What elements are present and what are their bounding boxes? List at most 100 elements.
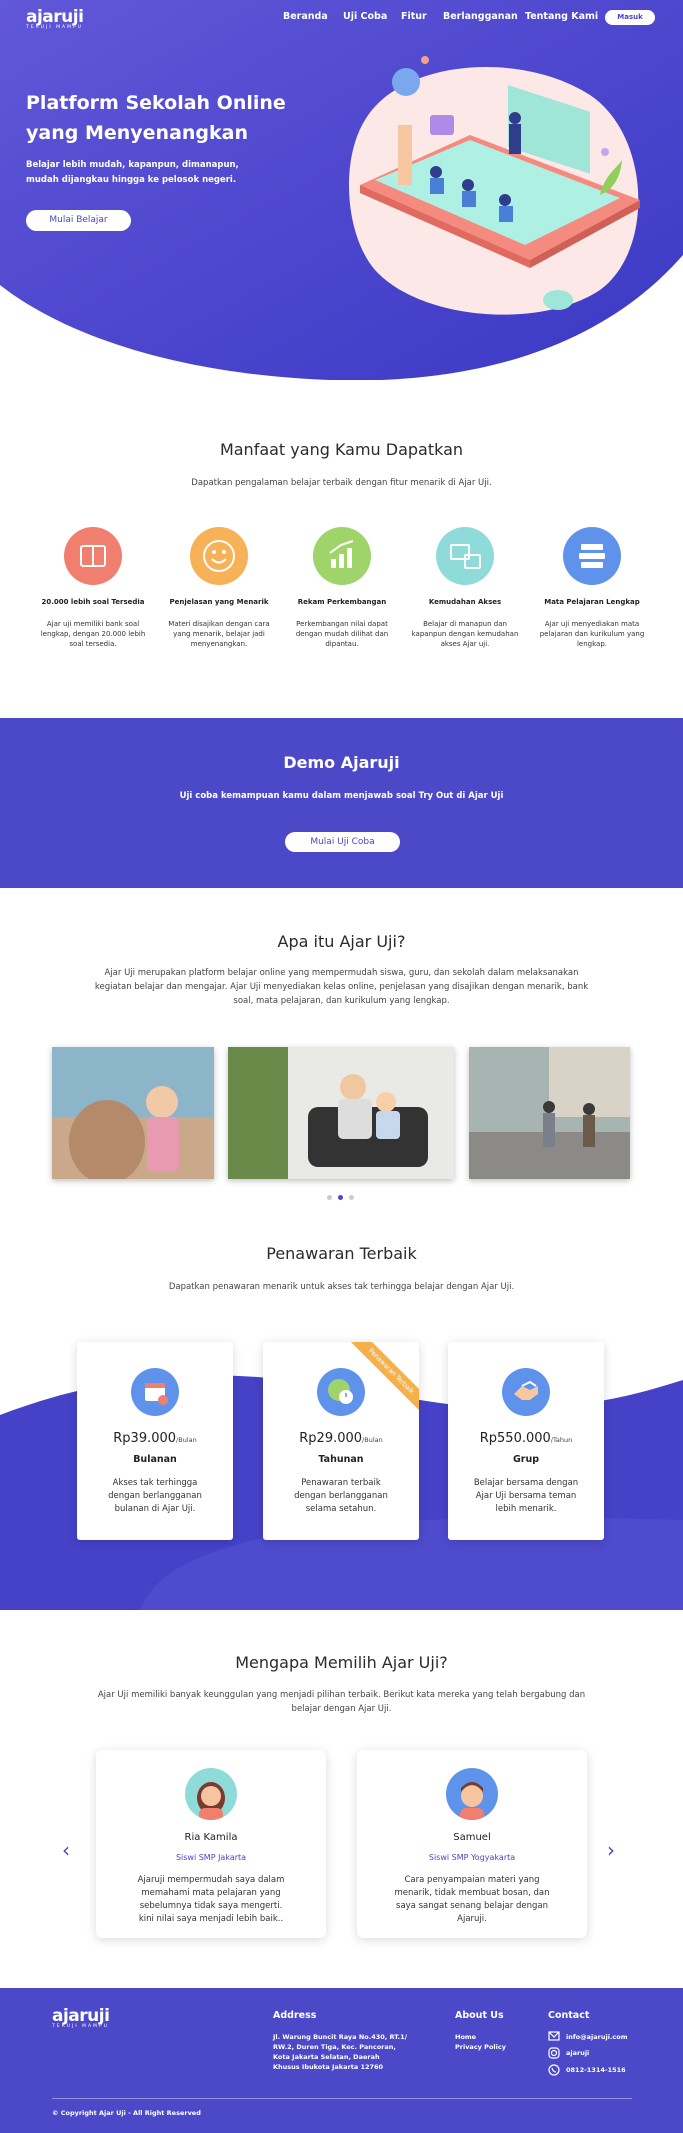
plan-name: Bulanan — [133, 1454, 177, 1465]
contact-email[interactable]: info@ajaruji.com — [566, 2032, 628, 2042]
testimonial-school: Siswi SMP Yogyakarta — [428, 1853, 516, 1862]
about-heading: About Us — [455, 2010, 504, 2021]
plan-period: /Bulan — [362, 1436, 383, 1444]
chevron-right-icon[interactable]: › — [607, 1838, 615, 1862]
testimonial-card: Ria Kamila Siswi SMP Jakarta Ajaruji mem… — [96, 1750, 326, 1938]
mail-icon — [548, 2031, 560, 2041]
plan-desc: Belajar bersama dengan Ajar Uji bersama … — [473, 1478, 579, 1514]
site-logo[interactable]: ajaruji TERUJI MAMPU — [26, 7, 84, 30]
address-heading: Address — [273, 2010, 317, 2021]
globe-clock-icon — [317, 1368, 365, 1416]
demo-section: Demo Ajaruji Uji coba kemampuan kamu dal… — [0, 718, 683, 888]
chart-icon — [313, 527, 371, 585]
logo-wordmark: ajaruji — [26, 7, 84, 27]
login-button[interactable]: Masuk — [605, 10, 655, 25]
hero-subtitle: Belajar lebih mudah, kapanpun, dimanapun… — [26, 160, 239, 185]
feature-desc: Ajar uji memiliki bank soal lengkap, den… — [40, 620, 146, 648]
chevron-left-icon[interactable]: ‹ — [62, 1838, 70, 1862]
instagram-icon — [548, 2047, 560, 2059]
pricing-card-featured[interactable]: Penawaran Terbaik Rp29.000/Bulan Tahunan… — [263, 1342, 419, 1540]
start-learning-button[interactable]: Mulai Belajar — [26, 210, 131, 231]
contact-instagram[interactable]: ajaruji — [566, 2048, 589, 2058]
feature-item: 20.000 lebih soal Tersedia Ajar uji memi… — [38, 527, 148, 649]
about-title: Apa itu Ajar Uji? — [277, 932, 406, 951]
copyright-text: © Copyright Ajar Uji - All Right Reserve… — [52, 2109, 201, 2117]
contact-phone[interactable]: 0812-1314-1516 — [566, 2065, 626, 2075]
plan-price: Rp39.000 — [113, 1431, 177, 1446]
nav-berlangganan[interactable]: Berlangganan — [443, 11, 518, 22]
contact-heading: Contact — [548, 2010, 590, 2021]
calendar-icon — [131, 1368, 179, 1416]
footer-logo[interactable]: ajaruji TERUJI MAMPU — [52, 2006, 110, 2029]
feature-title: 20.000 lebih soal Tersedia — [41, 598, 145, 606]
carousel-photo — [228, 1047, 454, 1179]
carousel-dot[interactable] — [349, 1195, 354, 1200]
devices-icon — [436, 527, 494, 585]
handshake-icon — [502, 1368, 550, 1416]
plan-name: Tahunan — [318, 1454, 364, 1465]
why-title: Mengapa Memilih Ajar Uji? — [235, 1653, 448, 1672]
testimonial-name: Ria Kamila — [184, 1832, 238, 1843]
footer-divider — [52, 2098, 632, 2099]
pricing-subtitle: Dapatkan penawaran menarik untuk akses t… — [168, 1282, 515, 1292]
plan-price: Rp29.000 — [299, 1431, 363, 1446]
start-trial-button[interactable]: Mulai Uji Coba — [285, 832, 400, 852]
hero-section: ajaruji TERUJI MAMPU Beranda Uji Coba Fi… — [0, 0, 683, 380]
smile-icon — [190, 527, 248, 585]
testimonial-name: Samuel — [453, 1832, 491, 1843]
plan-price: Rp550.000 — [479, 1431, 551, 1446]
avatar — [446, 1768, 498, 1820]
book-icon — [64, 527, 122, 585]
footer: ajaruji TERUJI MAMPU Address Jl. Warung … — [0, 1988, 683, 2133]
carousel-photo — [469, 1047, 630, 1179]
feature-desc: Materi disajikan dengan cara yang menari… — [168, 620, 270, 648]
feature-desc: Belajar di manapun dan kapanpun dengan k… — [411, 620, 519, 648]
carousel-dot[interactable] — [327, 1195, 332, 1200]
feature-desc: Perkembangan nilai dapat dengan mudah di… — [295, 620, 389, 648]
hero-title: Platform Sekolah Online yang Menyenangka… — [26, 92, 286, 144]
feature-title: Kemudahan Akses — [428, 598, 502, 606]
plan-name: Grup — [512, 1454, 540, 1465]
demo-title: Demo Ajaruji — [283, 753, 400, 772]
books-icon — [563, 527, 621, 585]
feature-desc: Ajar uji menyediakan mata pelajaran dan … — [539, 620, 645, 648]
carousel-dot-active[interactable] — [338, 1195, 343, 1200]
testimonial-text: Cara penyampaian materi yang menarik, ti… — [394, 1875, 550, 1924]
plan-desc: Akses tak terhingga dengan berlangganan … — [108, 1478, 202, 1514]
feature-item: Penjelasan yang Menarik Materi disajikan… — [164, 527, 274, 649]
pricing-card[interactable]: Rp39.000/Bulan Bulanan Akses tak terhing… — [77, 1342, 233, 1540]
demo-subtitle: Uji coba kemampuan kamu dalam menjawab s… — [179, 791, 504, 801]
nav-beranda[interactable]: Beranda — [283, 11, 328, 22]
footer-link-home[interactable]: Home — [455, 2032, 476, 2042]
testimonial-card: Samuel Siswi SMP Yogyakarta Cara penyamp… — [357, 1750, 587, 1938]
why-subtitle: Ajar Uji memiliki banyak keunggulan yang… — [97, 1690, 586, 1714]
address-text: Jl. Warung Buncit Raya No.430, RT.1/ RW.… — [273, 2033, 408, 2071]
plan-desc: Penawaran terbaik dengan berlangganan se… — [294, 1478, 388, 1514]
hero-background — [0, 0, 683, 380]
nav-uji-coba[interactable]: Uji Coba — [343, 11, 387, 22]
testimonial-school: Siswi SMP Jakarta — [175, 1853, 247, 1862]
nav-tentang-kami[interactable]: Tentang Kami — [525, 11, 598, 22]
feature-title: Mata Pelajaran Lengkap — [544, 598, 640, 606]
feature-item: Rekam Perkembangan Perkembangan nilai da… — [287, 527, 397, 649]
feature-title: Penjelasan yang Menarik — [169, 598, 269, 606]
about-text: Ajar Uji merupakan platform belajar onli… — [94, 968, 589, 1006]
feature-title: Rekam Perkembangan — [297, 598, 387, 606]
feature-item: Mata Pelajaran Lengkap Ajar uji menyedia… — [537, 527, 647, 649]
logo-wordmark: ajaruji — [52, 2006, 110, 2026]
feature-item: Kemudahan Akses Belajar di manapun dan k… — [410, 527, 520, 649]
benefits-title: Manfaat yang Kamu Dapatkan — [219, 440, 464, 459]
whatsapp-icon — [548, 2064, 560, 2076]
plan-period: /Tahun — [550, 1436, 573, 1444]
plan-period: /Bulan — [176, 1436, 197, 1444]
nav-fitur[interactable]: Fitur — [401, 11, 427, 22]
footer-link-privacy[interactable]: Privacy Policy — [455, 2042, 506, 2052]
testimonial-text: Ajaruji mempermudah saya dalam memahami … — [137, 1875, 285, 1924]
logo-tagline: TERUJI MAMPU — [52, 2024, 109, 2029]
carousel-photo — [52, 1047, 214, 1179]
logo-tagline: TERUJI MAMPU — [26, 25, 83, 30]
pricing-card[interactable]: Rp550.000/Tahun Grup Belajar bersama den… — [448, 1342, 604, 1540]
benefits-subtitle: Dapatkan pengalaman belajar terbaik deng… — [191, 478, 492, 488]
avatar — [185, 1768, 237, 1820]
pricing-title: Penawaran Terbaik — [266, 1244, 417, 1263]
